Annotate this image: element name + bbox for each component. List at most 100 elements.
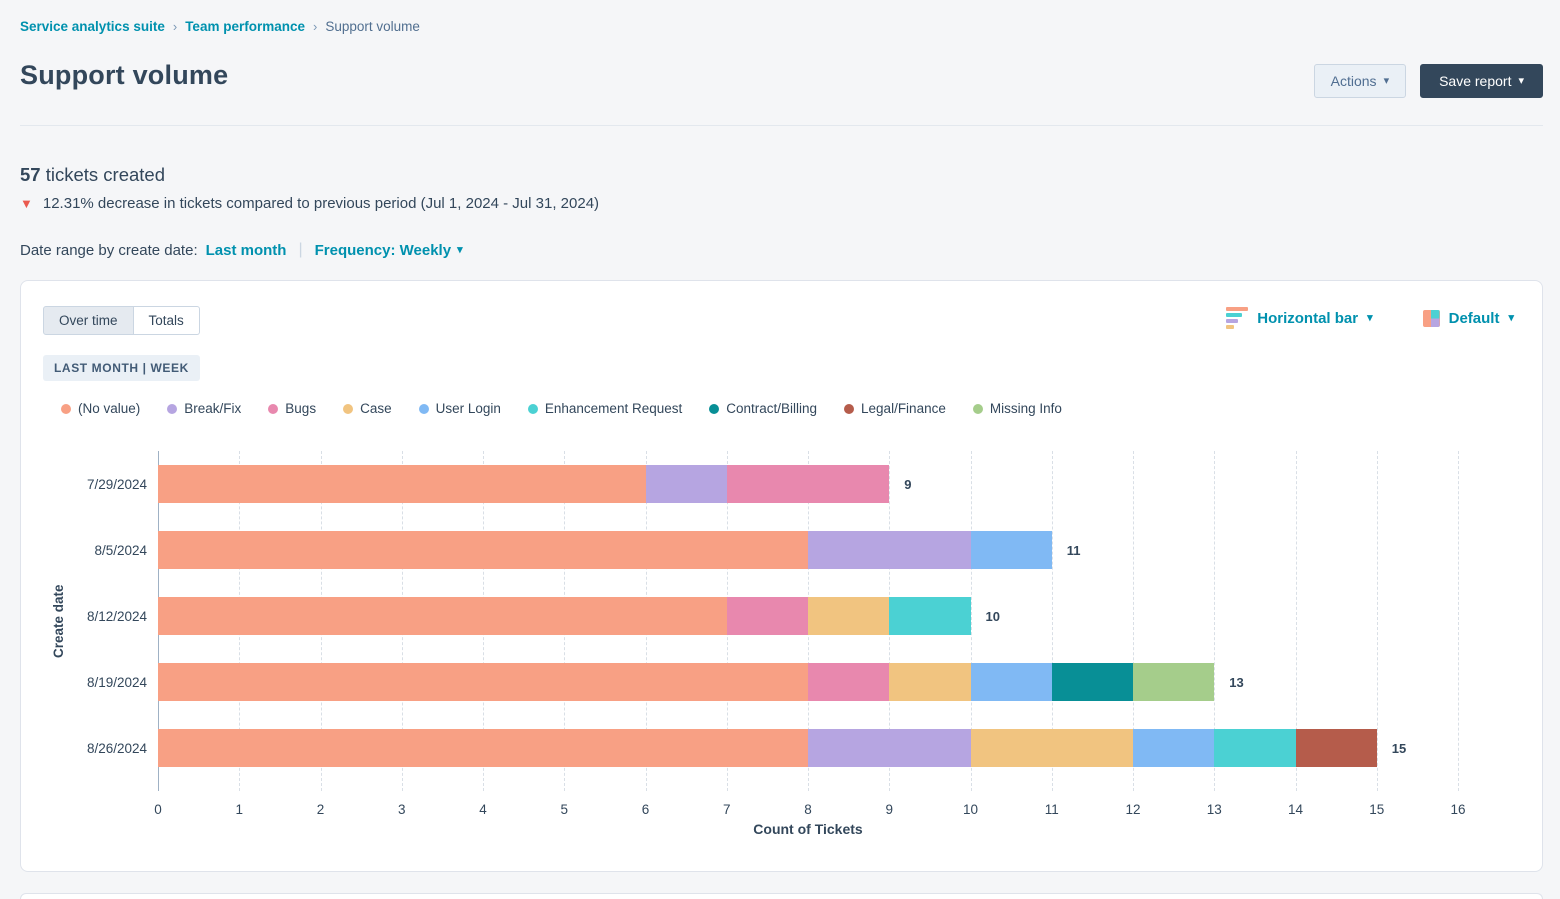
legend-label: Missing Info bbox=[990, 401, 1062, 416]
bar-segment[interactable] bbox=[1133, 729, 1214, 767]
legend-item[interactable]: Missing Info bbox=[973, 401, 1062, 416]
frequency-dropdown[interactable]: Frequency: Weekly ▾ bbox=[315, 242, 463, 259]
legend-item[interactable]: Enhancement Request bbox=[528, 401, 682, 416]
date-range-value-link[interactable]: Last month bbox=[206, 242, 287, 259]
y-axis-title: Create date bbox=[51, 536, 66, 706]
bar-segment[interactable] bbox=[158, 729, 808, 767]
view-tabs: Over time Totals bbox=[43, 306, 200, 335]
bar-segment[interactable] bbox=[158, 531, 808, 569]
chart-type-dropdown[interactable]: Horizontal bar ▾ bbox=[1226, 307, 1372, 329]
bar-stack: 11 bbox=[158, 531, 1458, 569]
legend-dot bbox=[973, 404, 983, 414]
tickets-created-summary: 57 tickets created bbox=[20, 164, 165, 186]
x-tick-label: 5 bbox=[560, 802, 568, 817]
x-tick-label: 8 bbox=[804, 802, 812, 817]
x-tick-label: 2 bbox=[317, 802, 325, 817]
bar-segment[interactable] bbox=[158, 597, 727, 635]
legend-item[interactable]: (No value) bbox=[61, 401, 140, 416]
bar-segment[interactable] bbox=[158, 663, 808, 701]
bar-segment[interactable] bbox=[808, 663, 889, 701]
color-theme-label: Default bbox=[1449, 310, 1500, 327]
legend-dot bbox=[709, 404, 719, 414]
x-tick-label: 4 bbox=[479, 802, 487, 817]
tab-over-time[interactable]: Over time bbox=[43, 306, 134, 335]
bar-segment[interactable] bbox=[808, 729, 971, 767]
bar-total-label: 13 bbox=[1229, 663, 1243, 701]
bar-segment[interactable] bbox=[1296, 729, 1377, 767]
legend-label: Case bbox=[360, 401, 392, 416]
legend-item[interactable]: Case bbox=[343, 401, 392, 416]
x-tick-label: 11 bbox=[1045, 802, 1059, 817]
legend-item[interactable]: Contract/Billing bbox=[709, 401, 817, 416]
y-axis-category-label: 8/26/2024 bbox=[87, 715, 147, 781]
horizontal-bar-chart-icon bbox=[1226, 307, 1248, 329]
chart-legend: (No value) Break/Fix Bugs Case User Login Enh… bbox=[61, 401, 1062, 416]
legend-label: Legal/Finance bbox=[861, 401, 946, 416]
legend-item[interactable]: User Login bbox=[419, 401, 501, 416]
save-report-button-label: Save report bbox=[1439, 73, 1511, 89]
color-theme-swatch-icon bbox=[1423, 310, 1440, 327]
chevron-down-icon: ▾ bbox=[1508, 313, 1514, 324]
bar-segment[interactable] bbox=[727, 597, 808, 635]
date-range-label: Date range by create date: bbox=[20, 242, 198, 259]
plot-area: 0123456789101112131415167/29/202498/5/20… bbox=[158, 451, 1458, 791]
bar-total-label: 9 bbox=[904, 465, 911, 503]
bar-segment[interactable] bbox=[727, 465, 890, 503]
bar-segment[interactable] bbox=[1052, 663, 1133, 701]
bar-row: 8/19/202413 bbox=[158, 649, 1458, 715]
legend-label: User Login bbox=[436, 401, 501, 416]
y-axis-category-label: 8/19/2024 bbox=[87, 649, 147, 715]
chevron-down-icon: ▾ bbox=[1367, 313, 1373, 324]
bar-total-label: 15 bbox=[1392, 729, 1406, 767]
bar-segment[interactable] bbox=[971, 531, 1052, 569]
bar-total-label: 10 bbox=[986, 597, 1000, 635]
breadcrumb-current-page: Support volume bbox=[325, 19, 420, 34]
legend-dot bbox=[528, 404, 538, 414]
x-tick-label: 9 bbox=[885, 802, 893, 817]
legend-item[interactable]: Break/Fix bbox=[167, 401, 241, 416]
bar-segment[interactable] bbox=[889, 663, 970, 701]
header-buttons: Actions ▾ Save report ▾ bbox=[1314, 64, 1543, 98]
x-tick-label: 0 bbox=[154, 802, 162, 817]
chart-type-label: Horizontal bar bbox=[1257, 310, 1358, 327]
legend-label: (No value) bbox=[78, 401, 140, 416]
bar-segment[interactable] bbox=[889, 597, 970, 635]
breadcrumb-link-service-analytics-suite[interactable]: Service analytics suite bbox=[20, 19, 165, 34]
bar-segment[interactable] bbox=[971, 729, 1134, 767]
x-tick-label: 14 bbox=[1288, 802, 1303, 817]
x-tick-label: 6 bbox=[642, 802, 650, 817]
bar-stack: 10 bbox=[158, 597, 1458, 635]
bar-segment[interactable] bbox=[1214, 729, 1295, 767]
legend-label: Bugs bbox=[285, 401, 316, 416]
breadcrumb-separator: › bbox=[313, 19, 317, 34]
date-range-badge: LAST MONTH | WEEK bbox=[43, 355, 200, 381]
save-report-button[interactable]: Save report ▾ bbox=[1420, 64, 1543, 98]
tab-totals[interactable]: Totals bbox=[134, 306, 200, 335]
bar-segment[interactable] bbox=[808, 597, 889, 635]
bar-segment[interactable] bbox=[646, 465, 727, 503]
y-axis-category-label: 8/5/2024 bbox=[94, 517, 147, 583]
legend-item[interactable]: Legal/Finance bbox=[844, 401, 946, 416]
actions-button[interactable]: Actions ▾ bbox=[1314, 64, 1406, 98]
bar-segment[interactable] bbox=[1133, 663, 1214, 701]
bar-stack: 15 bbox=[158, 729, 1458, 767]
actions-button-label: Actions bbox=[1331, 73, 1377, 89]
y-axis-category-label: 7/29/2024 bbox=[87, 451, 147, 517]
header-divider bbox=[20, 125, 1543, 126]
legend-item[interactable]: Bugs bbox=[268, 401, 316, 416]
bar-stack: 9 bbox=[158, 465, 1458, 503]
filter-divider: | bbox=[294, 241, 306, 259]
legend-dot bbox=[419, 404, 429, 414]
legend-dot bbox=[167, 404, 177, 414]
page-title: Support volume bbox=[20, 60, 228, 91]
bar-row: 8/5/202411 bbox=[158, 517, 1458, 583]
bar-segment[interactable] bbox=[808, 531, 971, 569]
bar-segment[interactable] bbox=[158, 465, 646, 503]
color-theme-dropdown[interactable]: Default ▾ bbox=[1423, 310, 1514, 327]
change-vs-previous-period: ▼ 12.31% decrease in tickets compared to… bbox=[20, 195, 599, 212]
decrease-triangle-icon: ▼ bbox=[20, 196, 33, 211]
bar-row: 7/29/20249 bbox=[158, 451, 1458, 517]
x-tick-label: 3 bbox=[398, 802, 406, 817]
bar-segment[interactable] bbox=[971, 663, 1052, 701]
breadcrumb-link-team-performance[interactable]: Team performance bbox=[185, 19, 305, 34]
